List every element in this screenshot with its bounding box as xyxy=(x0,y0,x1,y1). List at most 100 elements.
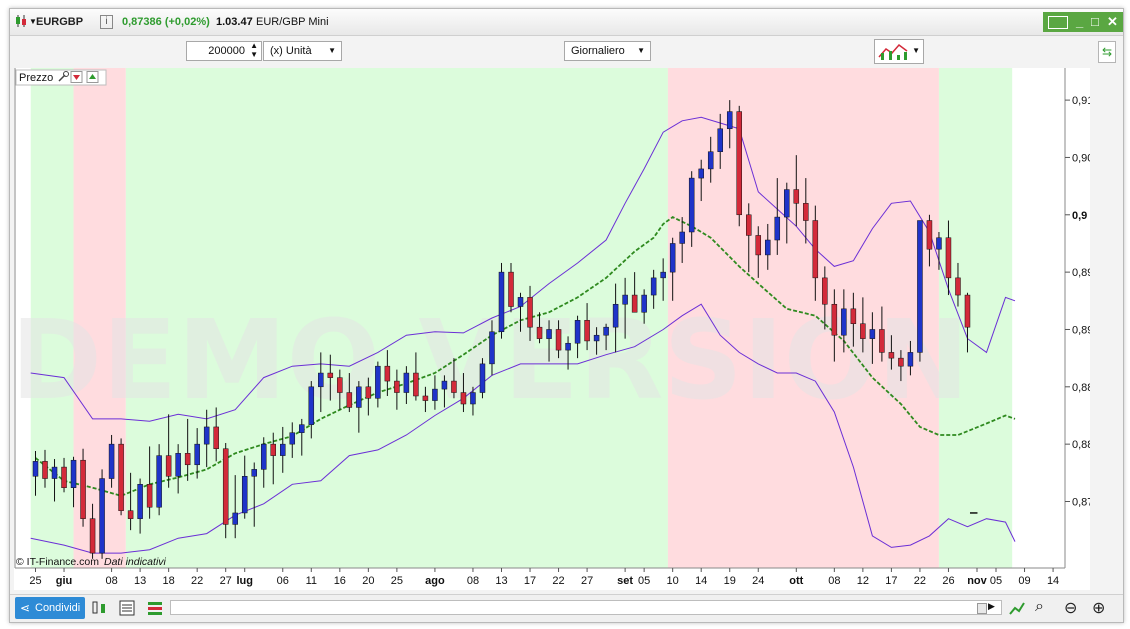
candle-body xyxy=(213,426,219,449)
share-icon: ⋖ xyxy=(20,601,31,615)
chart-area[interactable]: DEMO VERSION 0,8750,880,8850,890,8950,90… xyxy=(11,68,1100,590)
candle-body xyxy=(822,277,828,305)
x-tick-label: 05 xyxy=(638,575,650,587)
candle-body xyxy=(688,177,695,233)
x-tick-label: 08 xyxy=(105,575,117,587)
candle-body xyxy=(631,294,638,313)
x-tick-label: 25 xyxy=(29,575,41,587)
x-tick-label: 19 xyxy=(724,575,736,587)
disclaimer-text: Dati indicativi xyxy=(104,556,167,568)
candle-body xyxy=(308,386,315,425)
zoom-fit-icon[interactable]: ⌕ xyxy=(1035,598,1044,616)
candle-body xyxy=(384,365,391,382)
candle-body xyxy=(127,510,134,519)
y-tick-label: 0,88 xyxy=(1072,439,1090,451)
candle-body xyxy=(945,237,952,279)
zoom-in-icon[interactable]: ⊕ xyxy=(1092,598,1105,618)
x-tick-label: 17 xyxy=(885,575,897,587)
candle-body xyxy=(137,484,143,519)
scroll-thumb[interactable] xyxy=(977,603,987,614)
zoom-out-icon[interactable]: ⊖ xyxy=(1064,598,1077,618)
instrument-label: EUR/GBP Mini xyxy=(256,16,329,28)
sync-icon[interactable]: ⇆ xyxy=(1098,41,1116,63)
candle-body xyxy=(441,380,448,390)
candle-type-icon[interactable] xyxy=(90,599,108,617)
candle-body xyxy=(669,243,676,273)
candle-body xyxy=(955,277,961,296)
candle-body xyxy=(241,476,248,514)
candle-body xyxy=(470,392,476,405)
candle-body xyxy=(603,326,609,336)
candle-body xyxy=(413,372,419,397)
indicators-button[interactable]: ▼ xyxy=(874,39,924,64)
candles-icon[interactable] xyxy=(15,14,27,28)
minimize-button[interactable]: _ xyxy=(1076,14,1083,29)
candle-body xyxy=(108,443,115,479)
candle-body xyxy=(260,443,267,470)
candle-body xyxy=(32,461,39,477)
horizontal-scrollbar[interactable] xyxy=(170,600,1002,615)
candle-body xyxy=(42,461,48,479)
x-tick-label: 06 xyxy=(277,575,289,587)
share-button[interactable]: ⋖ Condividi xyxy=(15,597,85,619)
candle-body xyxy=(194,443,200,466)
candle-body xyxy=(222,448,229,525)
candle-body xyxy=(403,372,410,393)
maximize-button[interactable]: □ xyxy=(1091,14,1099,29)
candle-body xyxy=(812,220,819,279)
panel-label: Prezzo xyxy=(19,72,53,84)
candle-body xyxy=(565,342,571,351)
quantity-value: 200000 xyxy=(208,45,245,57)
stepper-icon[interactable]: ▲ ▼ xyxy=(250,41,258,59)
candle-body xyxy=(641,294,647,313)
candle-body xyxy=(679,231,685,244)
candle-body xyxy=(793,189,800,204)
scroll-right-button[interactable]: ▶ xyxy=(988,601,995,612)
layers-icon[interactable] xyxy=(146,599,164,617)
candle-body xyxy=(888,352,895,359)
timeframe-select[interactable]: Giornaliero ▼ xyxy=(564,41,651,61)
x-tick-label: 22 xyxy=(552,575,564,587)
candle-body xyxy=(879,329,885,353)
candle-body xyxy=(774,216,781,241)
candle-body xyxy=(80,459,86,519)
remove-indicator-icon[interactable] xyxy=(70,71,83,83)
list-icon[interactable] xyxy=(118,599,136,617)
x-tick-label: 09 xyxy=(1018,575,1030,587)
candle-body xyxy=(175,453,181,477)
candle-body xyxy=(251,469,257,477)
info-icon[interactable]: i xyxy=(100,15,113,29)
x-tick-label: 26 xyxy=(942,575,954,587)
y-tick-label: 0,895 xyxy=(1072,267,1090,279)
x-tick-label: 08 xyxy=(467,575,479,587)
candle-body xyxy=(318,372,324,388)
candle-body xyxy=(717,128,723,152)
chevron-down-icon: ▼ xyxy=(912,46,920,55)
candle-body xyxy=(698,168,704,179)
candle-body xyxy=(765,239,771,256)
candle-body xyxy=(70,459,77,488)
x-tick-label: giu xyxy=(56,575,73,587)
unit-select[interactable]: (x) Unità ▼ xyxy=(263,41,342,61)
x-tick-label: 10 xyxy=(667,575,679,587)
candle-body xyxy=(508,271,514,307)
keyboard-icon[interactable] xyxy=(1048,16,1068,29)
candle-body xyxy=(89,518,96,554)
candle-body xyxy=(755,235,762,256)
candle-body xyxy=(118,443,124,511)
candle-body xyxy=(536,326,543,339)
x-tick-label: 14 xyxy=(695,575,707,587)
candle-body xyxy=(375,365,381,399)
candle-body xyxy=(203,426,210,445)
candle-body xyxy=(898,357,904,367)
add-indicator-icon[interactable] xyxy=(86,71,99,83)
x-tick-label: 25 xyxy=(391,575,403,587)
candle-body xyxy=(489,331,495,365)
close-button[interactable]: ✕ xyxy=(1107,14,1118,30)
symbol-label[interactable]: EURGBP xyxy=(36,16,83,28)
chart-settings-icon[interactable] xyxy=(1008,599,1026,617)
candle-body xyxy=(574,320,581,344)
candle-body xyxy=(841,308,847,336)
candle-body xyxy=(460,392,467,405)
quantity-field[interactable]: 200000 ▲ ▼ xyxy=(186,41,262,61)
